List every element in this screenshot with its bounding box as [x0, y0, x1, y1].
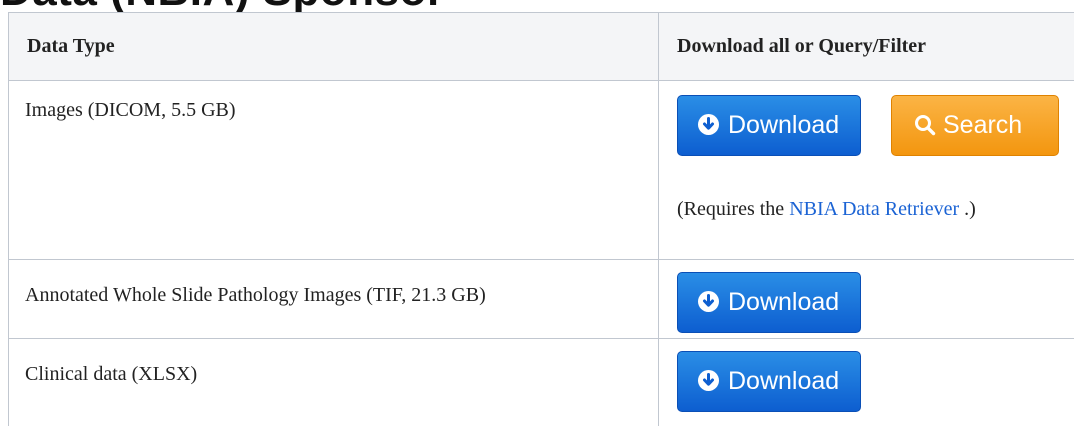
table-header-row: Data Type Download all or Query/Filter [8, 12, 1074, 81]
data-type-label: Clinical data (XLSX) [25, 363, 198, 385]
table-row: Images (DICOM, 5.5 GB) Download Search (… [8, 80, 1074, 260]
search-icon [915, 115, 936, 136]
button-group: Download [675, 260, 1074, 333]
download-circle-icon [698, 370, 719, 391]
actions-cell: Download [658, 259, 1074, 339]
button-group: Download Search [675, 81, 1074, 156]
download-circle-icon [698, 114, 719, 135]
images-download-button[interactable]: Download [677, 95, 861, 156]
requirement-note: (Requires the NBIA Data Retriever .) [675, 198, 1074, 221]
download-button-label: Download [728, 111, 840, 139]
page: Data (NBIA) Sponsor Data Type Download a… [0, 0, 1074, 426]
pathology-download-button[interactable]: Download [677, 272, 861, 333]
note-prefix: (Requires the [677, 198, 790, 220]
images-search-button[interactable]: Search [891, 95, 1059, 156]
data-type-label: Annotated Whole Slide Pathology Images (… [25, 284, 486, 306]
data-table: Data Type Download all or Query/Filter I… [8, 12, 1074, 426]
note-suffix: .) [959, 198, 976, 220]
button-group: Download [675, 339, 1074, 412]
clinical-download-button[interactable]: Download [677, 351, 861, 412]
search-button-label: Search [943, 111, 1023, 139]
data-type-cell: Annotated Whole Slide Pathology Images (… [8, 259, 659, 339]
column-header-data-type: Data Type [8, 12, 659, 81]
download-button-label: Download [728, 367, 840, 395]
data-type-label: Images (DICOM, 5.5 GB) [25, 99, 236, 121]
data-type-cell: Images (DICOM, 5.5 GB) [8, 80, 659, 260]
table-row: Annotated Whole Slide Pathology Images (… [8, 259, 1074, 339]
data-type-cell: Clinical data (XLSX) [8, 338, 659, 426]
nbia-data-retriever-link[interactable]: NBIA Data Retriever [789, 198, 959, 220]
table-row: Clinical data (XLSX) Download [8, 338, 1074, 426]
actions-cell: Download [658, 338, 1074, 426]
download-button-label: Download [728, 288, 840, 316]
download-circle-icon [698, 291, 719, 312]
actions-cell: Download Search (Requires the NBIA Data … [658, 80, 1074, 260]
column-header-download: Download all or Query/Filter [658, 12, 1074, 81]
